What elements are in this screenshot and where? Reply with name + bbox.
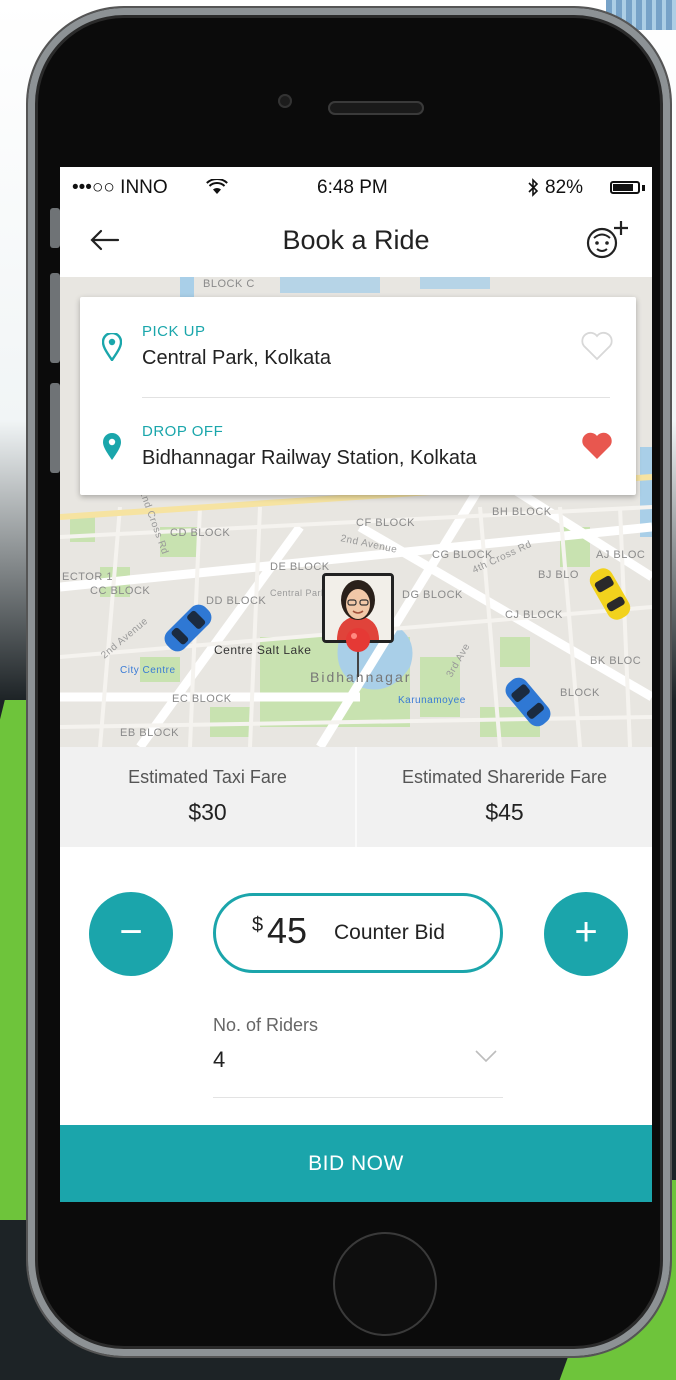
bid-currency: $	[252, 914, 264, 936]
fare-estimates: Estimated Taxi Fare $30 Estimated Sharer…	[60, 747, 652, 847]
pickup-pin-icon	[102, 333, 122, 361]
map-pin-icon	[346, 628, 370, 677]
dropoff-pin-icon	[103, 433, 121, 460]
pickup-favorite-heart-icon[interactable]	[580, 331, 614, 361]
app-screen: •••○○ INNO 6:48 PM 82% Book a Ride BLOCK…	[60, 167, 652, 1202]
riders-underline	[213, 1097, 503, 1098]
bid-controls: − $ 45 Counter Bid +	[60, 847, 652, 997]
riders-label: No. of Riders	[213, 1015, 319, 1035]
bid-now-button[interactable]: BID NOW	[60, 1125, 652, 1202]
map-label: 2nd Cross Rd	[136, 489, 171, 556]
phone-volume-down	[50, 383, 60, 473]
dropoff-label: DROP OFF	[142, 423, 224, 440]
pickup-address[interactable]: Central Park, Kolkata	[142, 347, 331, 370]
riders-select[interactable]: No. of Riders 4	[213, 1015, 503, 1100]
battery-tip	[642, 185, 645, 191]
map-label: DE BLOCK	[270, 561, 330, 573]
chevron-down-icon[interactable]	[475, 1049, 497, 1063]
phone-volume-up	[50, 273, 60, 363]
location-divider	[142, 397, 610, 398]
map-label: BLOCK C	[203, 278, 255, 290]
wifi-icon	[206, 179, 228, 194]
map-label: CC BLOCK	[90, 585, 151, 597]
shareride-fare-value: $45	[485, 799, 524, 825]
riders-value: 4	[213, 1047, 226, 1072]
add-child-icon[interactable]	[580, 219, 630, 263]
map-label: City Centre	[120, 665, 176, 676]
decrease-bid-button[interactable]: −	[89, 892, 173, 976]
map-label: 2nd Avenue	[99, 615, 151, 662]
bid-label: Counter Bid	[334, 921, 445, 944]
map-label: CJ BLOCK	[505, 609, 563, 621]
dropoff-address[interactable]: Bidhannagar Railway Station, Kolkata	[142, 447, 477, 470]
taxi-fare-label: Estimated Taxi Fare	[128, 767, 287, 787]
phone-camera	[278, 94, 292, 108]
taxi-fare-value: $30	[188, 799, 227, 825]
phone-home-button[interactable]	[333, 1232, 437, 1336]
counter-bid-field[interactable]: $ 45 Counter Bid	[213, 893, 503, 973]
map-label: DG BLOCK	[402, 589, 463, 601]
map-label: ECTOR 1	[62, 571, 113, 583]
map-label: AJ BLOC	[596, 549, 646, 561]
carrier-name: •••○○ INNO	[72, 177, 168, 198]
page-title: Book a Ride	[282, 225, 430, 255]
bid-amount: 45	[267, 910, 308, 951]
map-label: Central Park	[270, 588, 327, 598]
taxi-car-icon[interactable]	[156, 595, 220, 661]
map-label: EB BLOCK	[120, 727, 180, 739]
dropoff-favorite-heart-icon[interactable]	[580, 431, 614, 461]
map-label: CF BLOCK	[356, 517, 416, 529]
battery-percent: 82%	[545, 177, 584, 198]
map-label: Centre Salt Lake	[214, 643, 312, 657]
map-label: CD BLOCK	[170, 527, 231, 539]
bluetooth-icon	[528, 178, 539, 197]
battery-icon	[610, 181, 640, 194]
battery-fill	[613, 184, 633, 191]
map-view[interactable]: BLOCK C CF BLOCK BH BLOCK CD BLOCK DE BL…	[60, 277, 652, 747]
map-label: 3rd Ave	[444, 641, 473, 680]
map-label: Karunamoyee	[398, 695, 466, 706]
map-label: BLOCK	[560, 687, 600, 699]
taxi-fare: Estimated Taxi Fare $30	[60, 747, 355, 847]
status-bar: •••○○ INNO 6:48 PM 82%	[60, 167, 652, 207]
location-card: PICK UP Central Park, Kolkata DROP OFF B…	[80, 297, 636, 495]
shareride-fare-label: Estimated Shareride Fare	[401, 767, 608, 787]
app-header: Book a Ride	[60, 207, 652, 277]
increase-bid-button[interactable]: +	[544, 892, 628, 976]
map-label: EC BLOCK	[172, 693, 232, 705]
map-label: BK BLOC	[590, 655, 642, 667]
map-label: BJ BLO	[538, 569, 579, 581]
phone-speaker	[328, 101, 424, 115]
status-time: 6:48 PM	[317, 177, 388, 198]
pickup-label: PICK UP	[142, 323, 206, 340]
shareride-fare: Estimated Shareride Fare $45	[357, 747, 652, 847]
taxi-car-icon[interactable]	[496, 669, 560, 735]
taxi-car-icon[interactable]	[578, 561, 642, 627]
phone-mute-switch	[50, 208, 60, 248]
map-label: 2nd Avenue	[339, 533, 399, 556]
map-label: BH BLOCK	[492, 506, 552, 518]
